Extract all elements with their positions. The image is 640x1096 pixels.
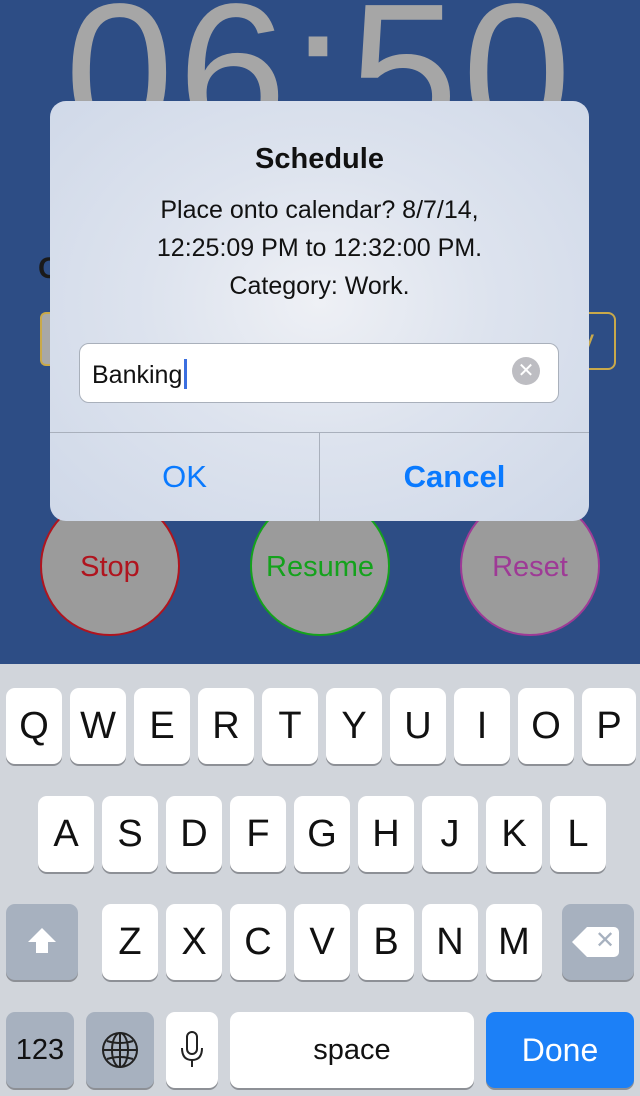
backspace-icon: ✕	[572, 927, 619, 957]
key-p[interactable]: P	[582, 688, 636, 764]
key-k[interactable]: K	[486, 796, 542, 872]
alert-message-line: 12:25:09 PM to 12:32:00 PM.	[156, 234, 483, 262]
key-j[interactable]: J	[422, 796, 478, 872]
key-e[interactable]: E	[134, 688, 190, 764]
key-h[interactable]: H	[358, 796, 414, 872]
space-key[interactable]: space	[230, 1012, 474, 1088]
key-u[interactable]: U	[390, 688, 446, 764]
key-x[interactable]: X	[166, 904, 222, 980]
microphone-icon	[181, 1031, 203, 1067]
key-y[interactable]: Y	[326, 688, 382, 764]
key-a[interactable]: A	[38, 796, 94, 872]
globe-icon	[102, 1032, 138, 1068]
globe-key[interactable]	[86, 1012, 154, 1088]
done-key[interactable]: Done	[486, 1012, 634, 1088]
key-q[interactable]: Q	[6, 688, 62, 764]
input-text: Banking	[92, 361, 183, 389]
key-z[interactable]: Z	[102, 904, 158, 980]
dictation-key[interactable]	[166, 1012, 218, 1088]
alert-message: Place onto calendar? 8/7/14, 12:25:09 PM…	[80, 191, 559, 305]
backspace-key[interactable]: ✕	[562, 904, 634, 980]
shift-key[interactable]	[6, 904, 78, 980]
key-s[interactable]: S	[102, 796, 158, 872]
key-b[interactable]: B	[358, 904, 414, 980]
event-name-input[interactable]: Banking ✕	[79, 343, 559, 403]
ok-button[interactable]: OK	[50, 433, 319, 521]
text-caret	[184, 359, 188, 389]
key-l[interactable]: L	[550, 796, 606, 872]
key-n[interactable]: N	[422, 904, 478, 980]
shift-icon	[28, 928, 56, 956]
alert-message-line: Category: Work.	[229, 272, 410, 300]
alert-message-line: Place onto calendar? 8/7/14,	[160, 196, 479, 224]
key-o[interactable]: O	[518, 688, 574, 764]
alert-title: Schedule	[255, 143, 384, 175]
key-t[interactable]: T	[262, 688, 318, 764]
cancel-button[interactable]: Cancel	[320, 433, 589, 521]
key-c[interactable]: C	[230, 904, 286, 980]
event-name-input-value: Banking	[92, 359, 188, 390]
numbers-key[interactable]: 123	[6, 1012, 74, 1088]
key-i[interactable]: I	[454, 688, 510, 764]
key-m[interactable]: M	[486, 904, 542, 980]
key-v[interactable]: V	[294, 904, 350, 980]
schedule-alert: Schedule Place onto calendar? 8/7/14, 12…	[50, 101, 589, 521]
key-f[interactable]: F	[230, 796, 286, 872]
key-r[interactable]: R	[198, 688, 254, 764]
key-d[interactable]: D	[166, 796, 222, 872]
clear-text-icon[interactable]: ✕	[512, 357, 540, 385]
key-g[interactable]: G	[294, 796, 350, 872]
keyboard: Q W E R T Y U I O P A S D F G H J K L Z …	[0, 664, 640, 1096]
key-w[interactable]: W	[70, 688, 126, 764]
